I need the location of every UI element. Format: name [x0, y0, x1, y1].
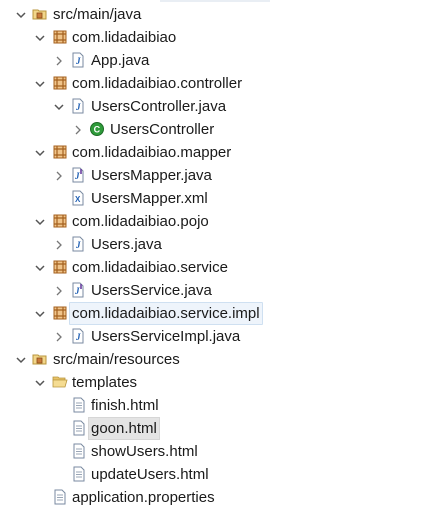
tree-item-label: src/main/resources: [53, 351, 180, 368]
package-icon: [52, 259, 68, 275]
tree-item-label: UsersService.java: [91, 282, 212, 299]
chevron-down-icon[interactable]: [33, 256, 47, 279]
text-file-icon: [71, 466, 87, 482]
package-folder-icon: [32, 351, 48, 367]
tree-item-application-properties[interactable]: application.properties: [0, 486, 446, 509]
text-file-icon: [71, 420, 87, 436]
chevron-down-icon[interactable]: [33, 26, 47, 49]
package-icon: [52, 75, 68, 91]
svg-text:J: J: [75, 240, 81, 250]
tree-item-package-lidadaibiao[interactable]: com.lidadaibiao: [0, 26, 446, 49]
tree-item-label: com.lidadaibiao.service.impl: [69, 302, 263, 325]
tree-item-label: App.java: [91, 52, 150, 69]
package-icon: [52, 213, 68, 229]
tree-item-updateusers-html[interactable]: updateUsers.html: [0, 463, 446, 486]
chevron-down-icon[interactable]: [33, 302, 47, 325]
tree-item-label: src/main/java: [53, 6, 142, 23]
folder-open-icon: [52, 374, 68, 390]
svg-text:J: J: [75, 56, 81, 66]
svg-text:C: C: [94, 125, 101, 135]
tree-item-package-controller[interactable]: com.lidadaibiao.controller: [0, 72, 446, 95]
class-icon: C: [89, 121, 105, 137]
chevron-down-icon[interactable]: [14, 348, 28, 371]
java-file-icon: J: [70, 52, 86, 68]
project-explorer-tree: src/main/java com.lidadaibiao J App.java: [0, 0, 446, 513]
tree-item-label: templates: [72, 374, 138, 391]
tree-item-usersmapper-java[interactable]: J UsersMapper.java: [0, 164, 446, 187]
tree-item-label: UsersServiceImpl.java: [91, 328, 241, 345]
tree-item-users-java[interactable]: J Users.java: [0, 233, 446, 256]
chevron-down-icon[interactable]: [14, 3, 28, 26]
chevron-right-icon[interactable]: [52, 233, 66, 256]
tree-item-showusers-html[interactable]: showUsers.html: [0, 440, 446, 463]
tree-item-templates-folder[interactable]: templates: [0, 371, 446, 394]
package-folder-icon: [32, 6, 48, 22]
tree-item-label: finish.html: [91, 397, 159, 414]
svg-text:J: J: [74, 171, 80, 181]
tree-item-app-java[interactable]: J App.java: [0, 49, 446, 72]
chevron-down-icon[interactable]: [33, 141, 47, 164]
java-interface-file-icon: J: [70, 167, 86, 183]
tree-item-usersservice-java[interactable]: J UsersService.java: [0, 279, 446, 302]
chevron-right-icon[interactable]: [52, 49, 66, 72]
package-icon: [52, 305, 68, 321]
tree-item-src-main-java[interactable]: src/main/java: [0, 3, 446, 26]
tree-item-label: updateUsers.html: [91, 466, 209, 483]
chevron-right-icon[interactable]: [52, 325, 66, 348]
tree-item-userscontroller-java[interactable]: J UsersController.java: [0, 95, 446, 118]
tree-item-userscontroller-class[interactable]: C UsersController: [0, 118, 446, 141]
tree-item-label: com.lidadaibiao.pojo: [72, 213, 209, 230]
svg-text:J: J: [75, 102, 81, 112]
tree-item-src-main-resources[interactable]: src/main/resources: [0, 348, 446, 371]
chevron-right-icon[interactable]: [71, 118, 85, 141]
tree-item-label: showUsers.html: [91, 443, 198, 460]
java-file-icon: J: [70, 328, 86, 344]
java-interface-file-icon: J: [70, 282, 86, 298]
text-file-icon: [52, 489, 68, 505]
chevron-down-icon[interactable]: [33, 371, 47, 394]
tree-item-finish-html[interactable]: finish.html: [0, 394, 446, 417]
text-file-icon: [71, 443, 87, 459]
java-file-icon: J: [70, 98, 86, 114]
tree-item-label: Users.java: [91, 236, 162, 253]
tree-item-label: goon.html: [88, 417, 160, 440]
tree-item-package-service[interactable]: com.lidadaibiao.service: [0, 256, 446, 279]
java-file-icon: J: [70, 236, 86, 252]
text-file-icon: [71, 397, 87, 413]
svg-text:J: J: [75, 332, 81, 342]
tree-item-package-pojo[interactable]: com.lidadaibiao.pojo: [0, 210, 446, 233]
package-icon: [52, 144, 68, 160]
chevron-right-icon[interactable]: [52, 164, 66, 187]
tree-item-label: UsersMapper.java: [91, 167, 212, 184]
svg-text:X: X: [75, 195, 81, 204]
tree-item-package-mapper[interactable]: com.lidadaibiao.mapper: [0, 141, 446, 164]
tree-item-package-service-impl[interactable]: com.lidadaibiao.service.impl: [0, 302, 446, 325]
tree-item-label: com.lidadaibiao.service: [72, 259, 228, 276]
tree-item-label: com.lidadaibiao: [72, 29, 177, 46]
chevron-down-icon[interactable]: [52, 95, 66, 118]
package-icon: [52, 29, 68, 45]
tree-item-goon-html[interactable]: goon.html: [0, 417, 446, 440]
tree-item-label: UsersMapper.xml: [91, 190, 208, 207]
tree-item-usersmapper-xml[interactable]: X UsersMapper.xml: [0, 187, 446, 210]
tree-item-label: UsersController: [110, 121, 215, 138]
tree-item-label: UsersController.java: [91, 98, 227, 115]
previous-row-edge: [160, 0, 270, 2]
tree-item-usersserviceimpl-java[interactable]: J UsersServiceImpl.java: [0, 325, 446, 348]
chevron-down-icon[interactable]: [33, 210, 47, 233]
tree-item-label: com.lidadaibiao.mapper: [72, 144, 232, 161]
svg-text:J: J: [74, 286, 80, 296]
chevron-right-icon[interactable]: [52, 279, 66, 302]
tree-item-label: com.lidadaibiao.controller: [72, 75, 243, 92]
tree-item-label: application.properties: [72, 489, 215, 506]
xml-file-icon: X: [70, 190, 86, 206]
chevron-down-icon[interactable]: [33, 72, 47, 95]
